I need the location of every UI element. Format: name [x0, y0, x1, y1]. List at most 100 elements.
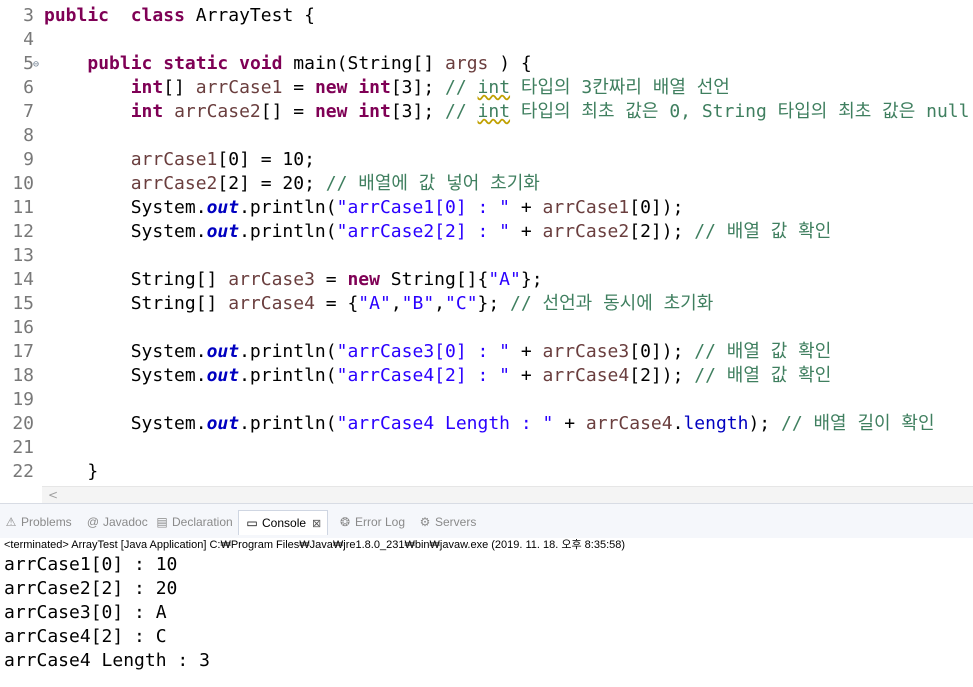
code-text: arrCase2[2] = 20; // 배열에 값 넣어 초기화	[44, 172, 540, 196]
code-token: int	[130, 77, 164, 98]
code-token: out	[206, 365, 240, 386]
code-token: //	[445, 101, 478, 122]
tab-label: Problems	[21, 515, 72, 529]
code-token: arrCase2	[130, 173, 218, 194]
fold-toggle-icon[interactable]: ⊖	[33, 60, 39, 70]
line-number: 7	[23, 101, 34, 122]
code-token: arrCase4	[542, 365, 630, 386]
line-number: 11	[12, 197, 34, 218]
code-token: out	[206, 221, 240, 242]
code-token: [3];	[390, 77, 446, 98]
code-token: String[]	[44, 269, 229, 290]
code-token: arrCase3	[542, 341, 630, 362]
console-output-line: arrCase1[0] : 10	[4, 554, 178, 575]
code-token: [2]);	[629, 221, 695, 242]
code-token: ) {	[488, 53, 532, 74]
tab-label: Declaration	[172, 515, 233, 529]
tab-javadoc[interactable]: @ Javadoc	[86, 510, 148, 534]
problems-icon: ⚠	[5, 515, 17, 529]
code-token: arrCase2	[174, 101, 261, 122]
servers-icon: ⚙	[419, 515, 431, 529]
line-number: 3	[23, 5, 34, 26]
code-token: );	[748, 413, 781, 434]
code-text: System.out.println("arrCase1[0] : " + ar…	[44, 196, 684, 220]
line-number: 18	[12, 365, 34, 386]
code-token: System.	[44, 197, 207, 218]
tab-label: Javadoc	[103, 515, 148, 529]
code-token: ArrayTest {	[184, 5, 315, 26]
code-token: arrCase4	[585, 413, 673, 434]
tab-declaration[interactable]: ▤ Declaration	[155, 510, 233, 534]
code-token: = {	[314, 293, 359, 314]
line-number: 21	[12, 437, 34, 458]
line-number: 20	[12, 413, 34, 434]
javadoc-icon: @	[86, 515, 100, 529]
code-token: "A"	[488, 269, 521, 290]
tab-servers[interactable]: ⚙ Servers	[418, 510, 477, 534]
code-token: public	[44, 5, 110, 26]
editor-horizontal-scrollbar[interactable]: <	[42, 486, 973, 503]
code-token: "arrCase1[0] : "	[336, 197, 511, 218]
tab-error-log[interactable]: ❂ Error Log	[338, 510, 405, 534]
tab-problems[interactable]: ⚠ Problems	[4, 510, 72, 534]
code-editor[interactable]: 3 public class ArrayTest {4 5 ⊖ public stat…	[0, 0, 973, 486]
code-token: arrCase3	[228, 269, 315, 290]
tab-label: Error Log	[355, 515, 406, 529]
code-token: .println(	[239, 341, 337, 362]
code-text: public class ArrayTest {	[44, 4, 315, 28]
code-token: String[]	[44, 293, 229, 314]
code-token: "arrCase2[2] : "	[336, 221, 511, 242]
console-output-line: arrCase4 Length : 3	[4, 650, 210, 671]
code-token: [0]);	[629, 341, 695, 362]
code-token: .println(	[239, 197, 337, 218]
close-icon[interactable]: ⊠	[312, 518, 321, 530]
code-token: [0]);	[629, 197, 684, 218]
line-number: 16	[12, 317, 34, 338]
line-number: 9	[23, 149, 34, 170]
code-token: };	[520, 269, 543, 290]
code-token: int	[130, 101, 164, 122]
code-token: args	[445, 53, 489, 74]
code-token: System.	[44, 413, 207, 434]
code-token: // 선언과 동시에 초기화	[510, 293, 714, 314]
line-number: 15	[12, 293, 34, 314]
code-token: =	[282, 77, 315, 98]
code-token: new	[314, 77, 348, 98]
line-number: 10	[12, 173, 34, 194]
code-token: "arrCase4 Length : "	[336, 413, 554, 434]
code-text: String[] arrCase3 = new String[]{"A"};	[44, 268, 543, 292]
line-number: 4	[23, 29, 34, 50]
code-text: int[] arrCase1 = new int[3]; // int 타입의 …	[44, 76, 730, 100]
code-text: System.out.println("arrCase3[0] : " + ar…	[44, 340, 832, 364]
code-token: .println(	[239, 413, 337, 434]
code-token: main(String[]	[282, 53, 446, 74]
tab-label: Console	[262, 516, 307, 530]
code-token: 타입의 3칸짜리 배열 선언	[510, 77, 730, 98]
tab-console[interactable]: ▭ Console ⊠	[238, 510, 329, 535]
code-text: arrCase1[0] = 10;	[44, 148, 315, 172]
code-text: public static void main(String[] args ) …	[44, 52, 532, 76]
code-text: System.out.println("arrCase2[2] : " + ar…	[44, 220, 832, 244]
code-token: arrCase1	[195, 77, 283, 98]
code-token: ,	[434, 293, 446, 314]
code-token: [2] = 20;	[217, 173, 326, 194]
code-token: // 배열에 값 넣어 초기화	[325, 173, 540, 194]
code-token: String[]{	[379, 269, 489, 290]
code-token: [0] = 10;	[217, 149, 315, 170]
line-number: 8	[23, 125, 34, 146]
code-token: public	[87, 53, 153, 74]
console-output-line: arrCase2[2] : 20	[4, 578, 178, 599]
line-number: 22	[12, 461, 34, 482]
code-token: arrCase1	[130, 149, 218, 170]
code-token: [2]);	[629, 365, 695, 386]
scroll-left-arrow-icon[interactable]: <	[48, 487, 58, 503]
code-token: []	[163, 77, 196, 98]
code-text: String[] arrCase4 = {"A","B","C"}; // 선언…	[44, 292, 714, 316]
tab-label: Servers	[435, 515, 477, 529]
code-token: static	[163, 53, 229, 74]
console-output[interactable]: arrCase1[0] : 10 arrCase2[2] : 20 arrCas…	[0, 553, 973, 687]
line-number: 6	[23, 77, 34, 98]
